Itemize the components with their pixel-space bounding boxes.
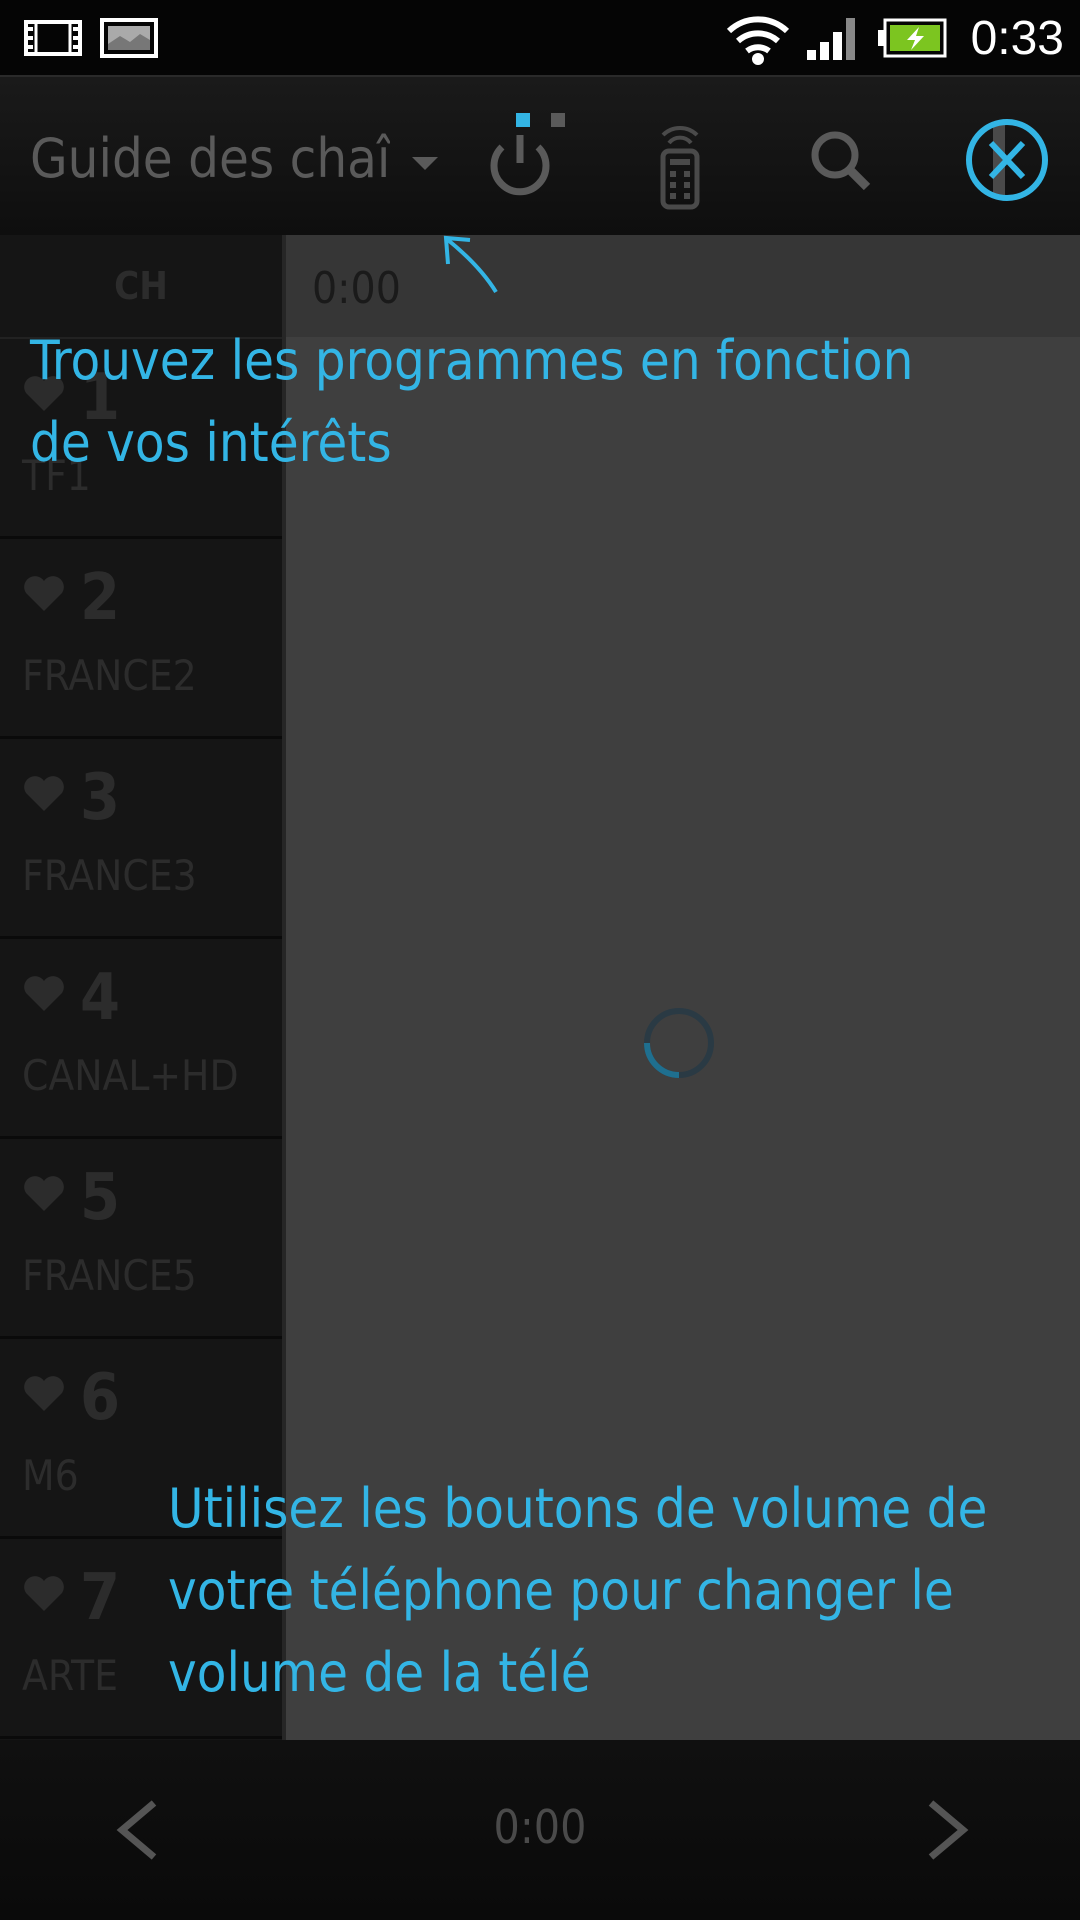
video-notification-icon	[24, 20, 82, 56]
heart-icon[interactable]	[22, 773, 66, 813]
channel-number: 6	[80, 1361, 121, 1435]
heart-icon[interactable]	[22, 1573, 66, 1613]
channel-name: ARTE	[22, 1651, 118, 1700]
chevron-right-icon[interactable]	[915, 1795, 975, 1865]
channel-name: M6	[22, 1451, 79, 1500]
image-notification-icon	[100, 18, 158, 58]
channel-row[interactable]: 2 FRANCE2	[0, 539, 282, 739]
remote-icon[interactable]	[625, 105, 735, 215]
channel-number: 4	[80, 961, 121, 1035]
channel-number: 2	[80, 561, 121, 635]
signal-icon	[806, 18, 855, 60]
loading-spinner-icon	[644, 1008, 714, 1078]
close-icon[interactable]	[945, 105, 1055, 215]
heart-icon[interactable]	[22, 973, 66, 1013]
channel-name: FRANCE2	[22, 651, 197, 700]
battery-charging-icon	[877, 18, 947, 58]
dropdown-caret-icon[interactable]	[412, 157, 438, 170]
search-icon[interactable]	[785, 105, 895, 215]
power-icon[interactable]	[465, 105, 575, 215]
channel-row[interactable]: 3 FRANCE3	[0, 739, 282, 939]
timeline-time: 0:00	[312, 263, 401, 314]
channel-row[interactable]: 5 FRANCE5	[0, 1139, 282, 1339]
heart-icon[interactable]	[22, 1373, 66, 1413]
heart-icon[interactable]	[22, 573, 66, 613]
channel-name: FRANCE3	[22, 851, 197, 900]
channel-row[interactable]: 4 CANAL+HD	[0, 939, 282, 1139]
channel-name: CANAL+HD	[22, 1051, 239, 1100]
bottom-bar: 0:00	[0, 1740, 1080, 1920]
status-bar: 0:33	[0, 0, 1080, 75]
tutorial-arrow-icon	[443, 235, 498, 294]
channel-number: 3	[80, 761, 121, 835]
heart-icon[interactable]	[22, 1173, 66, 1213]
tutorial-tip-volume: Utilisez les boutons de volume de votre …	[168, 1477, 988, 1704]
tutorial-tip-search: Trouvez les programmes en fonction de vo…	[30, 329, 914, 474]
channel-number: 5	[80, 1161, 121, 1235]
wifi-icon	[726, 16, 789, 65]
guide-title-dropdown[interactable]: Guide des chaînes	[30, 127, 390, 190]
action-bar: Guide des chaînes	[0, 75, 1080, 237]
channel-number: 7	[80, 1561, 121, 1635]
clock: 0:33	[970, 11, 1064, 65]
channel-name: FRANCE5	[22, 1251, 197, 1300]
